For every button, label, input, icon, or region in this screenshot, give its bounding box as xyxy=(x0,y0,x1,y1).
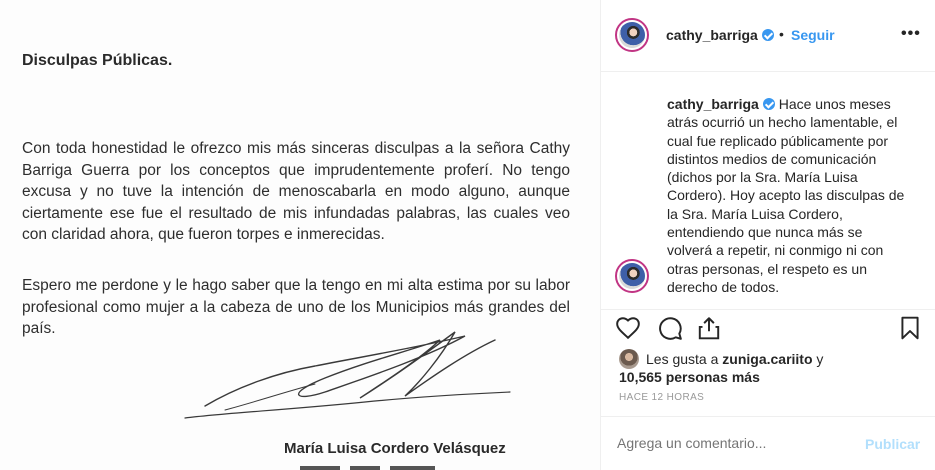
caption-text: cathy_barriga Hace unos meses atrás ocur… xyxy=(667,95,907,296)
heart-icon[interactable] xyxy=(615,315,641,341)
post-caption: cathy_barriga Hace unos meses atrás ocur… xyxy=(601,72,935,310)
likes-summary: Les gusta a zuniga.cariito y 10,565 pers… xyxy=(601,345,935,385)
publish-button[interactable]: Publicar xyxy=(865,436,920,452)
likes-line: Les gusta a zuniga.cariito y xyxy=(646,351,824,367)
liker-avatar[interactable] xyxy=(619,349,639,369)
post-timestamp[interactable]: HACE 12 HORAS xyxy=(619,392,704,403)
more-options-icon[interactable]: ••• xyxy=(901,25,921,43)
post-sidebar: cathy_barriga • Seguir ••• cathy_barriga… xyxy=(600,0,935,470)
follow-button[interactable]: Seguir xyxy=(791,27,835,43)
letter-paragraph-1: Con toda honestidad le ofrezco mis más s… xyxy=(22,140,570,243)
action-bar xyxy=(601,309,935,345)
letter-heading: Disculpas Públicas. xyxy=(22,52,173,69)
letter-signer-name: María Luisa Cordero Velásquez xyxy=(284,440,506,457)
likes-count[interactable]: 10,565 personas más xyxy=(619,369,760,385)
bookmark-icon[interactable] xyxy=(897,315,923,341)
author-username[interactable]: cathy_barriga xyxy=(666,27,774,43)
author-avatar[interactable] xyxy=(615,18,649,52)
cropped-text-fragment xyxy=(300,466,435,470)
comment-icon[interactable] xyxy=(657,315,683,341)
handwritten-signature xyxy=(184,331,511,419)
comment-input[interactable] xyxy=(617,435,847,451)
verified-badge-icon xyxy=(761,29,774,41)
separator-dot: • xyxy=(779,26,784,42)
caption-body: Hace unos meses atrás ocurrió un hecho l… xyxy=(667,96,905,295)
caption-username[interactable]: cathy_barriga xyxy=(667,96,775,112)
post-header: cathy_barriga • Seguir ••• xyxy=(601,0,935,72)
comment-form: Publicar xyxy=(601,416,935,470)
liker-username[interactable]: zuniga.cariito xyxy=(722,351,812,367)
verified-badge-icon xyxy=(762,98,775,110)
post-image-letter: Disculpas Públicas. Con toda honestidad … xyxy=(0,0,600,470)
caption-avatar[interactable] xyxy=(615,259,649,293)
share-icon[interactable] xyxy=(696,315,722,341)
